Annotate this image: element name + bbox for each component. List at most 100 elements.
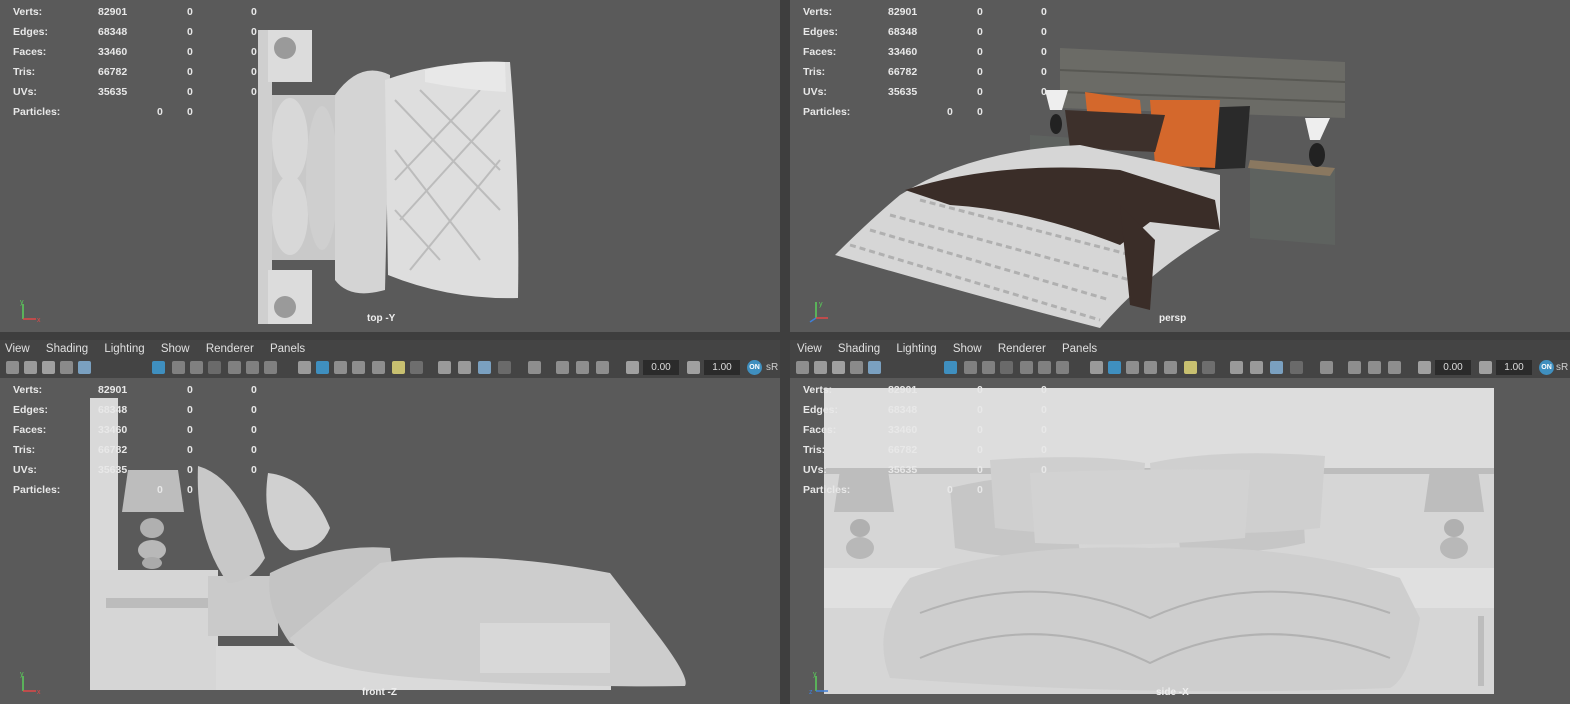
gate-mask-icon[interactable] bbox=[208, 361, 221, 374]
axis-gizmo-icon: y x bbox=[20, 671, 41, 696]
exposure-icon[interactable] bbox=[1418, 361, 1431, 374]
wireframe-icon[interactable] bbox=[1090, 361, 1103, 374]
xray-icon[interactable] bbox=[372, 361, 385, 374]
exposure-field[interactable]: 0.00 bbox=[1435, 360, 1471, 375]
svg-text:y: y bbox=[819, 301, 823, 308]
image-plane-icon[interactable] bbox=[850, 361, 863, 374]
gamma-icon[interactable] bbox=[687, 361, 700, 374]
move-camera-icon[interactable] bbox=[868, 361, 881, 374]
menu-renderer[interactable]: Renderer bbox=[998, 340, 1046, 358]
antialias-icon[interactable] bbox=[1270, 361, 1283, 374]
field-chart-icon[interactable] bbox=[1020, 361, 1033, 374]
menu-renderer[interactable]: Renderer bbox=[206, 340, 254, 358]
gate-mask-icon[interactable] bbox=[1000, 361, 1013, 374]
shadow-icon[interactable] bbox=[410, 361, 423, 374]
camera-attributes-icon[interactable] bbox=[814, 361, 827, 374]
film-gate-icon[interactable] bbox=[172, 361, 185, 374]
panel-toolbar-front: 0.00 1.00 ON sR bbox=[0, 358, 780, 378]
depth-of-field-icon[interactable] bbox=[1290, 361, 1303, 374]
film-gate-icon[interactable] bbox=[964, 361, 977, 374]
depth-of-field-icon[interactable] bbox=[498, 361, 511, 374]
color-space-label[interactable]: sR bbox=[1556, 362, 1568, 373]
motion-blur-icon[interactable] bbox=[458, 361, 471, 374]
safe-title-icon[interactable] bbox=[264, 361, 277, 374]
antialias-icon[interactable] bbox=[478, 361, 491, 374]
camera-icon[interactable] bbox=[6, 361, 19, 374]
camera-label-top: top -Y bbox=[367, 313, 396, 324]
grid-icon[interactable] bbox=[944, 361, 957, 374]
color-management-toggle[interactable]: ON bbox=[747, 360, 762, 375]
wireframe-on-shaded-icon[interactable] bbox=[334, 361, 347, 374]
color-space-label[interactable]: sR bbox=[766, 362, 778, 373]
viewport-top[interactable]: Verts: 82901 0 0 Edges: 68348 0 0 Faces: 33460 0… bbox=[0, 0, 780, 332]
safe-action-icon[interactable] bbox=[246, 361, 259, 374]
menu-lighting[interactable]: Lighting bbox=[896, 340, 936, 358]
backface-icon[interactable] bbox=[596, 361, 609, 374]
menu-shading[interactable]: Shading bbox=[46, 340, 88, 358]
gamma-field[interactable]: 1.00 bbox=[1496, 360, 1532, 375]
camera-label-side: side -X bbox=[1156, 687, 1189, 698]
gamma-field[interactable]: 1.00 bbox=[704, 360, 740, 375]
textured-icon[interactable] bbox=[352, 361, 365, 374]
xray-icon[interactable] bbox=[1164, 361, 1177, 374]
light-icon[interactable] bbox=[1184, 361, 1197, 374]
menu-show[interactable]: Show bbox=[953, 340, 982, 358]
safe-action-icon[interactable] bbox=[1038, 361, 1051, 374]
axis-gizmo-icon: y z bbox=[809, 671, 828, 696]
xray-active-icon[interactable] bbox=[1368, 361, 1381, 374]
panel-menubar-side: View Shading Lighting Show Renderer Pane… bbox=[790, 340, 1570, 358]
menu-lighting[interactable]: Lighting bbox=[104, 340, 144, 358]
camera-attributes-icon[interactable] bbox=[24, 361, 37, 374]
color-management-toggle[interactable]: ON bbox=[1539, 360, 1554, 375]
image-plane-icon[interactable] bbox=[60, 361, 73, 374]
svg-text:x: x bbox=[37, 689, 41, 696]
viewport-side[interactable]: Verts: 82901 0 0 Edges: 68348 0 0 Faces: 33460 0… bbox=[790, 378, 1570, 704]
backface-icon[interactable] bbox=[1388, 361, 1401, 374]
smooth-shade-icon[interactable] bbox=[1108, 361, 1121, 374]
light-icon[interactable] bbox=[392, 361, 405, 374]
motion-blur-icon[interactable] bbox=[1250, 361, 1263, 374]
exposure-icon[interactable] bbox=[626, 361, 639, 374]
menu-panels[interactable]: Panels bbox=[1062, 340, 1097, 358]
viewport-persp[interactable]: Verts: 82901 0 0 Edges: 68348 0 0 Faces: 33460 0… bbox=[790, 0, 1570, 332]
menu-show[interactable]: Show bbox=[161, 340, 190, 358]
menu-view[interactable]: View bbox=[797, 340, 822, 358]
isolate-select-icon[interactable] bbox=[1320, 361, 1333, 374]
ambient-occlusion-icon[interactable] bbox=[1230, 361, 1243, 374]
wireframe-icon[interactable] bbox=[298, 361, 311, 374]
xray-joints-icon[interactable] bbox=[1348, 361, 1361, 374]
grid-icon[interactable] bbox=[152, 361, 165, 374]
panel-menubar-front: View Shading Lighting Show Renderer Pane… bbox=[0, 340, 785, 358]
viewport-front[interactable]: Verts: 82901 0 0 Edges: 68348 0 0 Faces: 33460 0… bbox=[0, 378, 780, 704]
move-camera-icon[interactable] bbox=[78, 361, 91, 374]
resolution-gate-icon[interactable] bbox=[982, 361, 995, 374]
svg-text:y: y bbox=[20, 671, 24, 678]
panel-toolbar-side: 0.00 1.00 ON sR bbox=[790, 358, 1570, 378]
camera-icon[interactable] bbox=[796, 361, 809, 374]
safe-title-icon[interactable] bbox=[1056, 361, 1069, 374]
xray-joints-icon[interactable] bbox=[556, 361, 569, 374]
menu-view[interactable]: View bbox=[5, 340, 30, 358]
viewport-divider-horizontal[interactable] bbox=[0, 332, 1570, 340]
bookmark-icon[interactable] bbox=[832, 361, 845, 374]
xray-active-icon[interactable] bbox=[576, 361, 589, 374]
ambient-occlusion-icon[interactable] bbox=[438, 361, 451, 374]
axis-gizmo-icon: y bbox=[809, 301, 828, 323]
shadow-icon[interactable] bbox=[1202, 361, 1215, 374]
svg-text:x: x bbox=[37, 317, 41, 324]
viewport-divider-vertical[interactable] bbox=[780, 0, 790, 704]
textured-icon[interactable] bbox=[1144, 361, 1157, 374]
bookmark-icon[interactable] bbox=[42, 361, 55, 374]
smooth-shade-icon[interactable] bbox=[316, 361, 329, 374]
resolution-gate-icon[interactable] bbox=[190, 361, 203, 374]
axis-gizmo-icon: y x bbox=[20, 299, 41, 324]
menu-shading[interactable]: Shading bbox=[838, 340, 880, 358]
exposure-field[interactable]: 0.00 bbox=[643, 360, 679, 375]
gamma-icon[interactable] bbox=[1479, 361, 1492, 374]
camera-label-persp: persp bbox=[1159, 313, 1187, 324]
camera-label-front: front -Z bbox=[362, 687, 397, 698]
field-chart-icon[interactable] bbox=[228, 361, 241, 374]
wireframe-on-shaded-icon[interactable] bbox=[1126, 361, 1139, 374]
isolate-select-icon[interactable] bbox=[528, 361, 541, 374]
menu-panels[interactable]: Panels bbox=[270, 340, 305, 358]
